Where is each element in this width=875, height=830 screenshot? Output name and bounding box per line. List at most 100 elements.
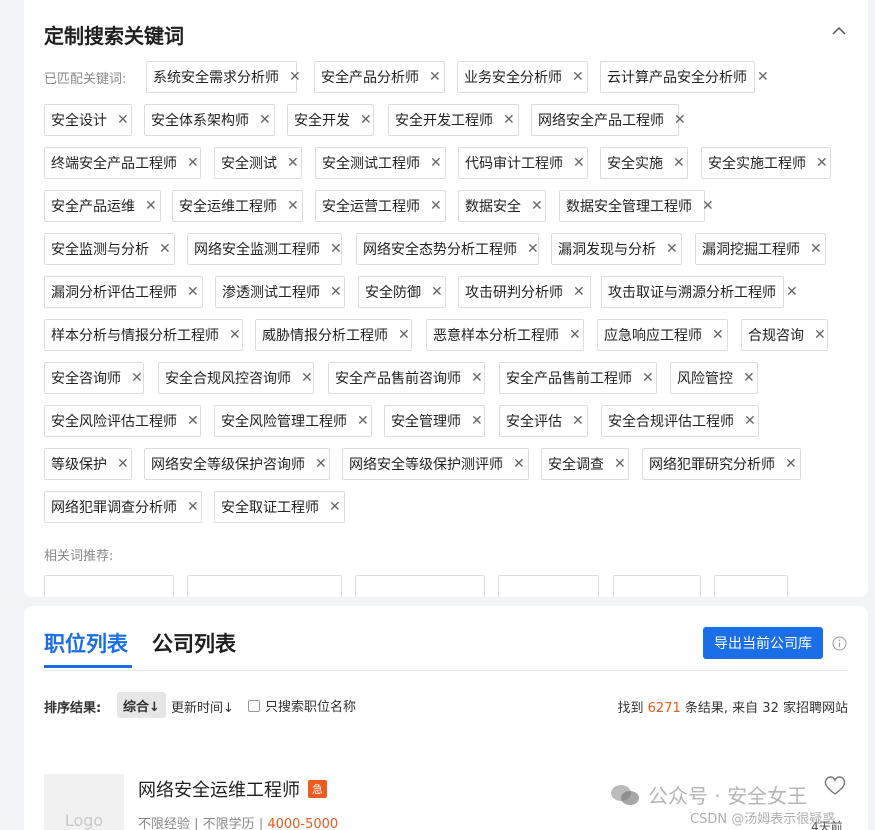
keyword-tag-label: 恶意样本分析工程师: [433, 328, 559, 344]
remove-tag-icon[interactable]: ✕: [229, 328, 241, 342]
keyword-tag-label: 安全测试: [221, 156, 277, 172]
remove-tag-icon[interactable]: ✕: [642, 371, 654, 385]
related-tag[interactable]: [613, 575, 701, 597]
remove-tag-icon[interactable]: ✕: [117, 457, 129, 471]
remove-tag-icon[interactable]: ✕: [430, 199, 442, 213]
company-logo[interactable]: Logo: [44, 774, 124, 830]
keyword-tag-label: 网络安全态势分析工程师: [363, 242, 517, 258]
remove-tag-icon[interactable]: ✕: [187, 414, 199, 428]
job-title-text[interactable]: 网络安全运维工程师: [138, 776, 300, 802]
keyword-panel: 定制搜索关键词 已匹配关键词: 系统安全需求分析师 ✕ 安全产品分析师 ✕ 业务安全分析…: [24, 0, 868, 597]
remove-tag-icon[interactable]: ✕: [330, 285, 342, 299]
keyword-tag-label: 安全合规评估工程师: [608, 414, 734, 430]
remove-tag-icon[interactable]: ✕: [757, 70, 769, 84]
remove-tag-icon[interactable]: ✕: [572, 414, 584, 428]
tab-positions[interactable]: 职位列表: [44, 628, 128, 658]
remove-tag-icon[interactable]: ✕: [360, 113, 372, 127]
keyword-tag: 网络犯罪研究分析师 ✕: [642, 448, 801, 480]
only-title-checkbox[interactable]: [248, 699, 260, 712]
remove-tag-icon[interactable]: ✕: [357, 414, 369, 428]
site-count: 32: [762, 701, 779, 716]
keyword-tag-label: 网络安全产品工程师: [538, 113, 664, 129]
remove-tag-icon[interactable]: ✕: [287, 156, 299, 170]
remove-tag-icon[interactable]: ✕: [398, 328, 410, 342]
remove-tag-icon[interactable]: ✕: [431, 285, 443, 299]
remove-tag-icon[interactable]: ✕: [744, 414, 756, 428]
only-title-label: 只搜索职位名称: [265, 700, 357, 715]
remove-tag-icon[interactable]: ✕: [187, 285, 199, 299]
remove-tag-icon[interactable]: ✕: [572, 70, 584, 84]
remove-tag-icon[interactable]: ✕: [471, 414, 483, 428]
keyword-tag: 业务安全分析师 ✕: [457, 61, 588, 93]
sort-default-button[interactable]: 综合↓: [117, 692, 166, 718]
remove-tag-icon[interactable]: ✕: [810, 242, 822, 256]
keyword-tag-label: 漏洞挖掘工程师: [702, 242, 800, 258]
remove-tag-icon[interactable]: ✕: [330, 242, 342, 256]
keyword-tag-label: 安全运营工程师: [322, 199, 420, 215]
remove-tag-icon[interactable]: ✕: [513, 457, 525, 471]
keyword-tag-label: 威胁情报分析工程师: [262, 328, 388, 344]
keyword-tag-label: 业务安全分析师: [464, 70, 562, 86]
remove-tag-icon[interactable]: ✕: [503, 113, 515, 127]
keyword-tag: 威胁情报分析工程师 ✕: [255, 319, 412, 351]
remove-tag-icon[interactable]: ✕: [569, 328, 581, 342]
keyword-tag-label: 网络安全等级保护咨询师: [151, 457, 305, 473]
keyword-tag-label: 安全产品运维: [51, 199, 135, 215]
remove-tag-icon[interactable]: ✕: [674, 113, 686, 127]
remove-tag-icon[interactable]: ✕: [573, 156, 585, 170]
remove-tag-icon[interactable]: ✕: [712, 328, 724, 342]
keyword-tag-label: 安全运维工程师: [179, 199, 277, 215]
keyword-tag: 安全设计 ✕: [44, 104, 132, 136]
remove-tag-icon[interactable]: ✕: [430, 156, 442, 170]
remove-tag-icon[interactable]: ✕: [159, 242, 171, 256]
chevron-up-icon[interactable]: [830, 22, 848, 40]
heart-icon[interactable]: [823, 774, 847, 796]
remove-tag-icon[interactable]: ✕: [187, 500, 199, 514]
remove-tag-icon[interactable]: ✕: [814, 328, 826, 342]
remove-tag-icon[interactable]: ✕: [329, 500, 341, 514]
keyword-tag-label: 漏洞发现与分析: [558, 242, 656, 258]
related-tag[interactable]: [714, 575, 788, 597]
related-tag[interactable]: [187, 575, 342, 597]
remove-tag-icon[interactable]: ✕: [117, 113, 129, 127]
tabs-divider: [44, 670, 848, 671]
keyword-tag-label: 渗透测试工程师: [222, 285, 320, 301]
remove-tag-icon[interactable]: ✕: [743, 371, 755, 385]
remove-tag-icon[interactable]: ✕: [785, 457, 797, 471]
remove-tag-icon[interactable]: ✕: [573, 285, 585, 299]
tab-companies[interactable]: 公司列表: [152, 628, 236, 658]
export-company-button[interactable]: 导出当前公司库: [703, 627, 823, 659]
remove-tag-icon[interactable]: ✕: [527, 242, 539, 256]
remove-tag-icon[interactable]: ✕: [301, 371, 313, 385]
job-title[interactable]: 网络安全运维工程师 急: [138, 776, 327, 802]
related-tag[interactable]: [44, 575, 174, 597]
remove-tag-icon[interactable]: ✕: [702, 199, 714, 213]
remove-tag-icon[interactable]: ✕: [471, 371, 483, 385]
remove-tag-icon[interactable]: ✕: [429, 70, 441, 84]
keyword-tag-label: 安全实施工程师: [708, 156, 806, 172]
remove-tag-icon[interactable]: ✕: [786, 285, 798, 299]
job-meta: 不限经验 | 不限学历 | 4000-5000: [138, 817, 339, 830]
keyword-tag-label: 网络犯罪研究分析师: [649, 457, 775, 473]
urgent-badge: 急: [308, 780, 327, 798]
remove-tag-icon[interactable]: ✕: [259, 113, 271, 127]
remove-tag-icon[interactable]: ✕: [289, 70, 301, 84]
remove-tag-icon[interactable]: ✕: [287, 199, 299, 213]
remove-tag-icon[interactable]: ✕: [673, 156, 685, 170]
only-title-filter[interactable]: 只搜索职位名称: [248, 696, 356, 715]
related-tag[interactable]: [355, 575, 485, 597]
remove-tag-icon[interactable]: ✕: [531, 199, 543, 213]
remove-tag-icon[interactable]: ✕: [187, 156, 199, 170]
remove-tag-icon[interactable]: ✕: [666, 242, 678, 256]
remove-tag-icon[interactable]: ✕: [315, 457, 327, 471]
remove-tag-icon[interactable]: ✕: [614, 457, 626, 471]
remove-tag-icon[interactable]: ✕: [145, 199, 157, 213]
remove-tag-icon[interactable]: ✕: [816, 156, 828, 170]
keyword-tag-label: 数据安全: [465, 199, 521, 215]
keyword-tag-label: 风险管控: [677, 371, 733, 387]
info-icon[interactable]: [832, 636, 847, 651]
keyword-tag: 安全产品售前咨询师 ✕: [328, 362, 485, 394]
related-tag[interactable]: [498, 575, 599, 597]
sort-update-time-button[interactable]: 更新时间↓: [171, 697, 234, 716]
remove-tag-icon[interactable]: ✕: [131, 371, 143, 385]
